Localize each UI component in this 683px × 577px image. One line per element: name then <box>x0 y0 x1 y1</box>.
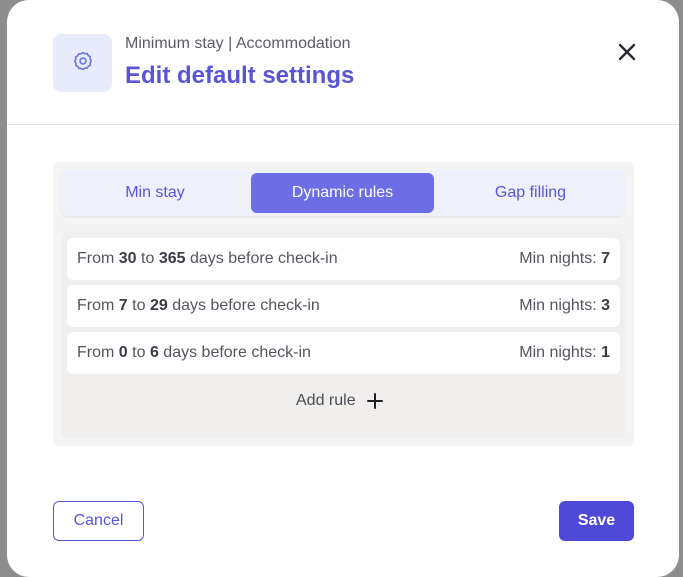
rule-to: 6 <box>149 344 159 361</box>
modal-header: Minimum stay | Accommodation Edit defaul… <box>7 0 679 125</box>
rule-range: From 7 to 29 days before check-in <box>77 297 320 314</box>
add-rule-label: Add rule <box>296 392 356 409</box>
rule-min-value: 1 <box>601 344 610 361</box>
cancel-button[interactable]: Cancel <box>53 501 144 541</box>
gear-icon <box>72 50 94 77</box>
rule-range: From 0 to 6 days before check-in <box>77 344 311 361</box>
rule-to: 29 <box>149 297 168 314</box>
tab-min-stay[interactable]: Min stay <box>64 173 246 213</box>
rule-min-nights: Min nights: 1 <box>519 344 610 361</box>
modal-title: Edit default settings <box>125 62 355 89</box>
tab-bar: Min stay Dynamic rules Gap filling <box>61 170 625 216</box>
rule-min-nights: Min nights: 3 <box>519 297 610 314</box>
rule-row[interactable]: From 30 to 365 days before check-in Min … <box>67 238 620 280</box>
add-rule-button[interactable]: Add rule <box>296 392 384 410</box>
rule-row[interactable]: From 0 to 6 days before check-in Min nig… <box>67 332 620 374</box>
edit-settings-modal: Minimum stay | Accommodation Edit defaul… <box>7 0 679 577</box>
header-icon-badge <box>53 34 112 92</box>
rule-row[interactable]: From 7 to 29 days before check-in Min ni… <box>67 285 620 327</box>
rule-min-value: 3 <box>601 297 610 314</box>
rule-min-value: 7 <box>601 250 610 267</box>
settings-panel: Min stay Dynamic rules Gap filling From … <box>53 162 634 446</box>
modal-subtitle: Minimum stay | Accommodation <box>125 35 351 52</box>
rule-min-nights: Min nights: 7 <box>519 250 610 267</box>
rule-from: 30 <box>118 250 137 267</box>
close-icon <box>618 43 636 66</box>
close-button[interactable] <box>613 40 641 68</box>
tab-dynamic-rules[interactable]: Dynamic rules <box>251 173 434 213</box>
rule-from: 0 <box>118 344 128 361</box>
rule-to: 365 <box>158 250 186 267</box>
rules-list: From 30 to 365 days before check-in Min … <box>61 232 625 438</box>
rule-from: 7 <box>118 297 128 314</box>
save-button[interactable]: Save <box>559 501 634 541</box>
tab-gap-filling[interactable]: Gap filling <box>439 173 622 213</box>
rule-range: From 30 to 365 days before check-in <box>77 250 338 267</box>
plus-icon <box>366 392 384 410</box>
